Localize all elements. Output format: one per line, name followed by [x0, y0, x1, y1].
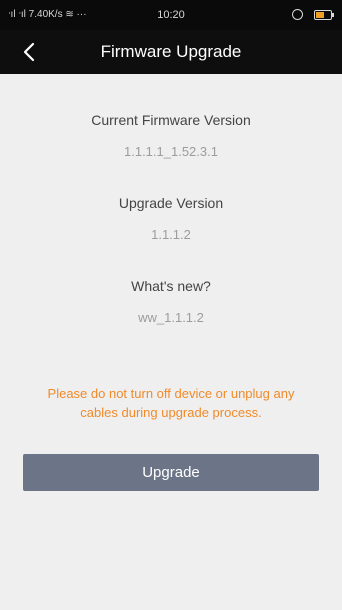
app-bar: Firmware Upgrade [0, 30, 342, 74]
back-button[interactable] [10, 30, 54, 74]
current-firmware-label: Current Firmware Version [91, 112, 251, 128]
main-content: Current Firmware Version 1.1.1.1_1.52.3.… [0, 74, 342, 610]
upgrade-button[interactable]: Upgrade [23, 454, 319, 491]
upgrade-version-label: Upgrade Version [118, 195, 224, 211]
status-bar: ᐧıl ᐧıl 7.40K/s ≋ ··· 10:20 [0, 0, 342, 30]
upgrade-version-value: 1.1.1.2 [151, 227, 191, 242]
alarm-icon [292, 9, 303, 20]
chevron-left-icon [23, 42, 35, 62]
upgrade-warning-text: Please do not turn off device or unplug … [47, 386, 295, 420]
status-icons [292, 9, 334, 21]
battery-fill [316, 12, 324, 18]
current-firmware-value: 1.1.1.1_1.52.3.1 [124, 144, 218, 159]
whats-new-value: ww_1.1.1.2 [138, 310, 204, 325]
phone-screen: ᐧıl ᐧıl 7.40K/s ≋ ··· 10:20 Firmware Upg… [0, 0, 342, 610]
battery-icon [314, 10, 334, 20]
status-time: 10:20 [157, 9, 185, 21]
whats-new-label: What's new? [131, 278, 211, 294]
